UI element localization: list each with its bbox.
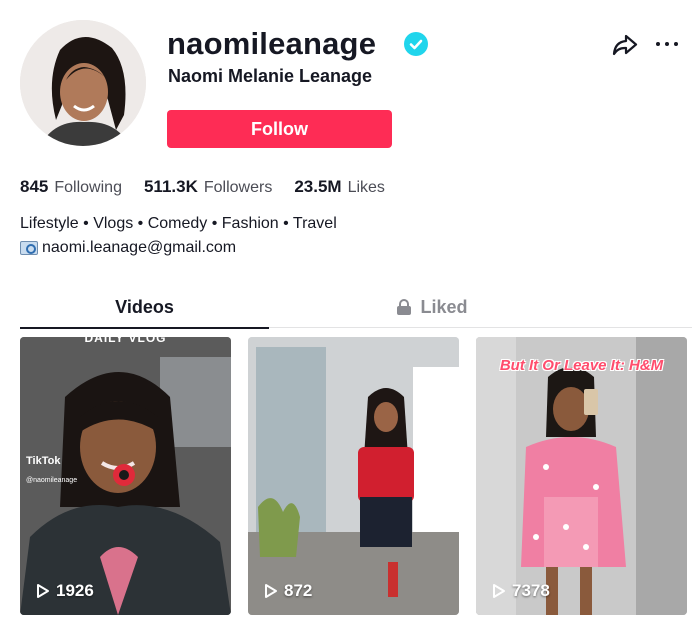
bio-email-row: naomi.leanage@gmail.com [20,236,337,260]
video-thumbnail[interactable]: 872 [248,337,459,615]
bio-line: Lifestyle • Vlogs • Comedy • Fashion • T… [20,215,337,232]
play-icon [493,584,505,598]
email-icon [20,241,38,255]
tab-active-indicator [20,327,269,329]
followers-count: 511.3K [143,177,198,196]
avatar[interactable] [20,20,146,146]
video-thumbnail-image [476,337,687,615]
video-thumbnail-image [248,337,459,615]
username: naomileanage [167,26,377,61]
video-view-count: 1926 [56,581,94,600]
stat-likes: 23.5M Likes [294,177,385,197]
tab-videos[interactable]: Videos [20,286,269,328]
video-views: 1926 [36,581,94,601]
video-view-count: 7378 [512,581,550,600]
avatar-image [20,20,146,146]
verified-badge-icon [404,32,428,56]
lock-icon [397,299,412,315]
play-icon [37,584,49,598]
video-thumbnail[interactable]: DAILY VLOG TikTok @naomileanage 1926 [20,337,231,615]
likes-count: 23.5M [294,177,342,196]
video-views: 872 [264,581,312,601]
bio-email: naomi.leanage@gmail.com [42,239,237,256]
video-overlay-text: But It Or Leave It: H&M [499,357,664,374]
following-count: 845 [20,177,49,196]
likes-label: Likes [347,179,385,196]
tab-liked-label: Liked [420,296,468,317]
following-label: Following [54,179,122,196]
display-name: Naomi Melanie Leanage [168,66,373,86]
tab-liked[interactable]: Liked [308,286,557,328]
tiktok-watermark: TikTok [26,455,61,467]
more-icon[interactable] [656,36,682,52]
profile-stats: 845 Following 511.3K Followers 23.5M Lik… [20,177,407,197]
share-icon[interactable] [612,33,638,57]
profile-tabs: Videos Liked [20,286,692,329]
video-thumbnail[interactable]: But It Or Leave It: H&M 7378 [476,337,687,615]
video-overlay-text: DAILY VLOG [84,337,167,345]
tiktok-watermark-handle: @naomileanage [26,477,78,484]
stat-followers[interactable]: 511.3K Followers [144,177,272,197]
video-view-count: 872 [284,581,313,600]
bio: Lifestyle • Vlogs • Comedy • Fashion • T… [20,212,337,260]
follow-button[interactable]: Follow [167,110,392,148]
stat-following[interactable]: 845 Following [20,177,122,197]
play-icon [265,584,277,598]
video-views: 7378 [492,581,550,601]
followers-label: Followers [203,179,273,196]
video-thumbnail-image [20,337,231,615]
